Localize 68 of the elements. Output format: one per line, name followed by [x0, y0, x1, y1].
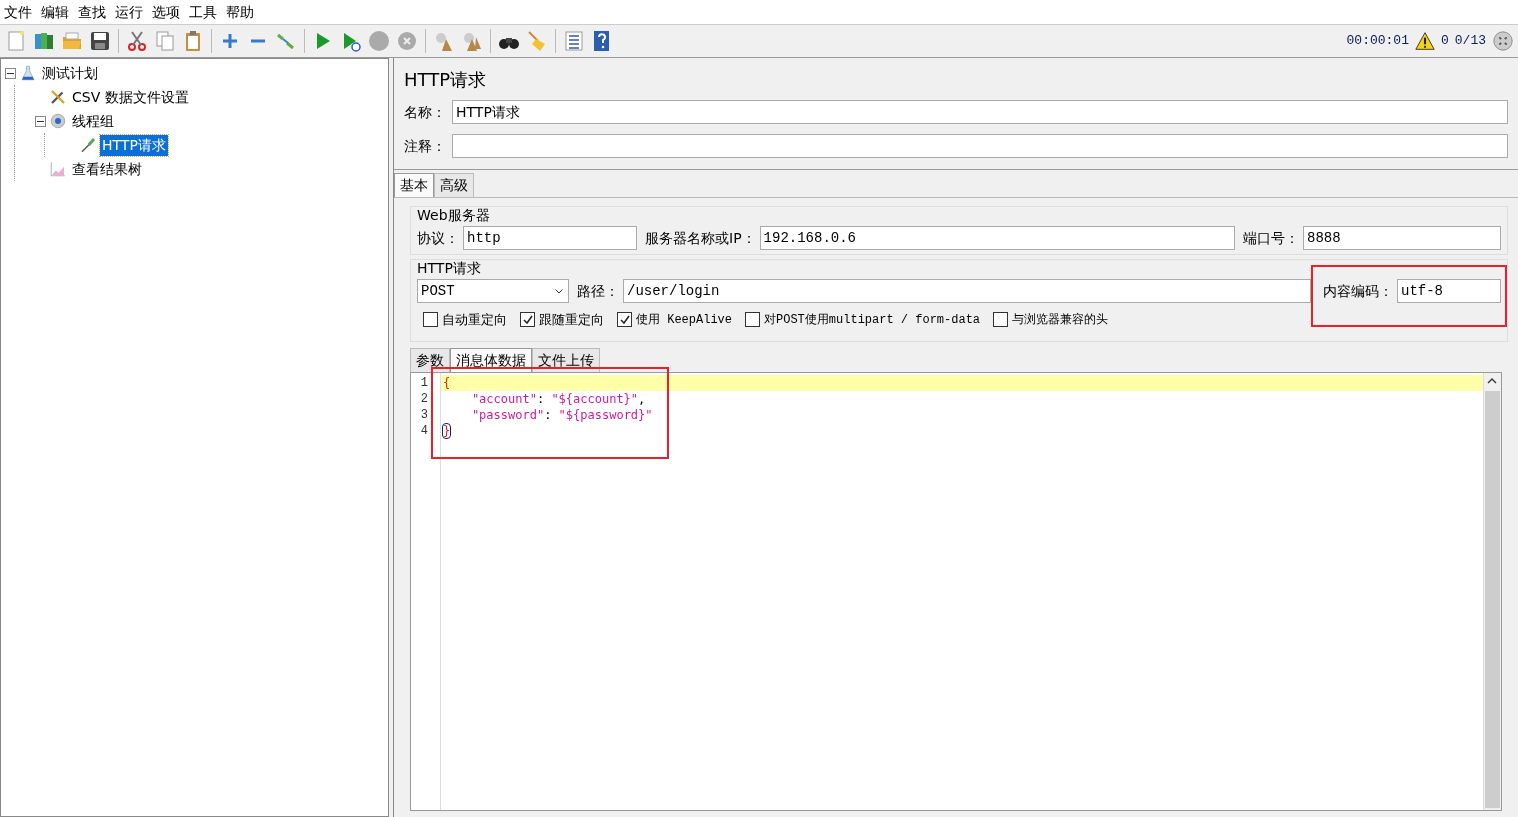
group-title: Web服务器 — [417, 206, 491, 225]
save-icon[interactable] — [88, 29, 112, 53]
field-label: 端口号： — [1243, 228, 1299, 248]
tab[interactable]: 文件上传 — [532, 347, 600, 372]
gear-icon — [49, 112, 67, 130]
tab[interactable]: 参数 — [410, 347, 450, 372]
menu-item[interactable]: 文件 — [4, 1, 32, 23]
encoding-field[interactable]: utf-8 — [1397, 279, 1501, 303]
elapsed-time: 00:00:01 — [1346, 32, 1409, 51]
line-number: 1 — [419, 374, 429, 391]
tree-item[interactable]: 查看结果树 — [70, 158, 144, 180]
path-field[interactable]: /user/login — [623, 279, 1311, 303]
collapse-toggle[interactable] — [35, 115, 46, 127]
field-label: 协议： — [417, 228, 459, 248]
menu-item[interactable]: 帮助 — [226, 1, 254, 23]
field-label: 名称： — [404, 102, 446, 122]
menu-item[interactable]: 工具 — [189, 1, 217, 23]
checkbox-label: 自动重定向 — [442, 311, 507, 329]
code-line: "account": "${account}", — [470, 390, 647, 407]
line-number: 3 — [419, 406, 429, 423]
menu-item[interactable]: 查找 — [78, 1, 106, 23]
checkbox[interactable] — [423, 312, 438, 328]
name-field[interactable]: HTTP请求 — [452, 100, 1508, 124]
code-line: } — [442, 422, 452, 439]
checkbox[interactable] — [520, 312, 535, 328]
field-label: 路径： — [577, 281, 619, 301]
checkbox[interactable] — [617, 312, 632, 328]
tab[interactable]: 基本 — [394, 173, 434, 197]
field-label: 内容编码： — [1323, 281, 1393, 301]
checkbox-label: 与浏览器兼容的头 — [1012, 311, 1109, 329]
checkbox-label: 跟随重定向 — [539, 311, 604, 329]
tree-item[interactable]: 测试计划 — [40, 62, 100, 84]
menu-item[interactable]: 选项 — [152, 1, 180, 23]
warning-icon — [1414, 31, 1435, 51]
collapse-toggle[interactable] — [5, 67, 16, 79]
tab[interactable]: 高级 — [434, 173, 474, 197]
flask-icon — [19, 64, 37, 82]
thread-count: 0/13 — [1454, 32, 1486, 51]
tree-item[interactable]: CSV 数据文件设置 — [70, 86, 191, 108]
field-label: 注释： — [404, 136, 446, 156]
tools-icon — [49, 88, 67, 106]
method-dropdown[interactable]: POST — [417, 279, 569, 303]
tree-item[interactable]: HTTP请求 — [100, 134, 168, 156]
tab[interactable]: 消息体数据 — [450, 347, 532, 372]
checkbox-label: 对POST使用multipart / form-data — [764, 311, 981, 329]
list-icon[interactable] — [562, 29, 586, 53]
scrollbar[interactable] — [1483, 372, 1501, 810]
server-field[interactable]: 192.168.0.6 — [759, 226, 1235, 250]
checkbox-label: 使用 KeepAlive — [636, 311, 732, 329]
scissors-icon[interactable] — [125, 29, 149, 53]
panel-title: HTTP请求 — [403, 68, 488, 92]
tree-item[interactable]: 线程组 — [70, 110, 116, 132]
line-number: 2 — [419, 390, 429, 407]
warning-count: 0 — [1440, 32, 1449, 51]
status-indicator-icon[interactable] — [1492, 30, 1514, 52]
chart-icon — [49, 160, 67, 178]
menu-item[interactable]: 编辑 — [41, 1, 69, 23]
comment-field[interactable] — [452, 134, 1508, 158]
checkbox[interactable] — [993, 312, 1009, 328]
line-number: 4 — [419, 422, 429, 439]
checkbox[interactable] — [745, 312, 760, 328]
code-line: "password": "${password}" — [470, 406, 654, 423]
pipette-icon — [79, 136, 97, 154]
protocol-field[interactable]: http — [463, 226, 637, 250]
field-label: 服务器名称或IP： — [645, 228, 756, 248]
port-field[interactable]: 8888 — [1303, 226, 1501, 250]
menu-item[interactable]: 运行 — [115, 1, 143, 23]
group-title: HTTP请求 — [417, 259, 482, 278]
